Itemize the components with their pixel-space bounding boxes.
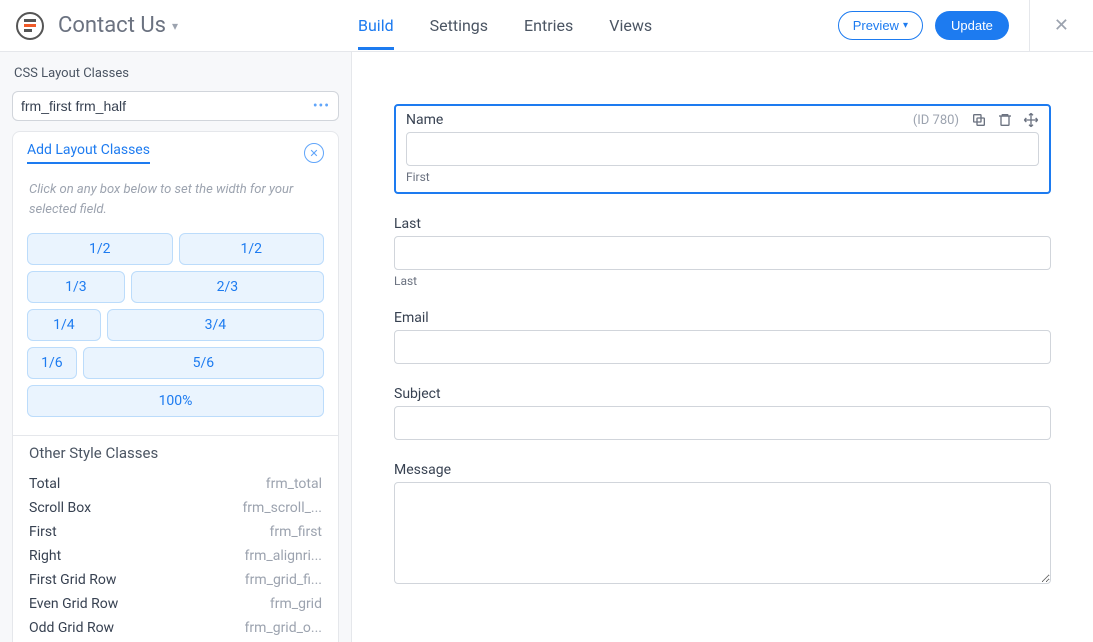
layout-option[interactable]: 2/3	[131, 271, 324, 303]
style-class-row[interactable]: Right frm_alignri...	[29, 544, 322, 568]
form-field[interactable]: Subject	[394, 386, 1051, 440]
chevron-down-icon: ▾	[903, 20, 908, 31]
style-class-name: First	[29, 524, 57, 540]
style-class-name: Scroll Box	[29, 500, 91, 516]
layout-option[interactable]: 1/2	[27, 233, 173, 265]
css-section-label: CSS Layout Classes	[12, 64, 339, 85]
update-button[interactable]: Update	[935, 11, 1009, 40]
preview-button[interactable]: Preview ▾	[838, 11, 923, 40]
chevron-down-icon: ▾	[172, 19, 178, 33]
field-sublabel: First	[406, 170, 1039, 184]
form-field[interactable]: Message	[394, 462, 1051, 588]
field-input[interactable]	[394, 406, 1051, 440]
layout-option[interactable]: 1/3	[27, 271, 125, 303]
form-field[interactable]: Email	[394, 310, 1051, 364]
trash-icon[interactable]	[997, 112, 1013, 128]
field-id: (ID 780)	[913, 113, 959, 128]
layout-panel: Add Layout Classes ✕ Click on any box be…	[12, 131, 339, 642]
more-icon[interactable]: •••	[313, 98, 330, 114]
layout-option[interactable]: 1/6	[27, 347, 77, 379]
move-icon[interactable]	[1023, 112, 1039, 128]
style-class-name: First Grid Row	[29, 572, 116, 588]
other-styles-title: Other Style Classes	[29, 444, 322, 462]
style-class-row[interactable]: Total frm_total	[29, 472, 322, 496]
style-class-row[interactable]: Odd Grid Row frm_grid_o...	[29, 616, 322, 640]
layout-option[interactable]: 5/6	[83, 347, 324, 379]
topbar-actions: Preview ▾ Update ✕	[838, 0, 1077, 52]
field-sublabel: Last	[394, 274, 1051, 288]
close-icon[interactable]: ✕	[1046, 11, 1077, 40]
panel-hint: Click on any box below to set the width …	[13, 170, 338, 233]
field-textarea[interactable]	[394, 482, 1051, 584]
field-label: Message	[394, 462, 451, 478]
page-title[interactable]: Contact Us ▾	[58, 13, 178, 38]
style-class-code: frm_grid_o...	[245, 620, 323, 636]
form-field[interactable]: Last Last	[394, 216, 1051, 288]
style-class-code: frm_grid	[270, 596, 322, 612]
style-class-code: frm_alignri...	[245, 548, 322, 564]
app-logo	[16, 12, 44, 40]
layout-option[interactable]: 1/2	[179, 233, 325, 265]
style-class-row[interactable]: First frm_first	[29, 520, 322, 544]
layout-grid: 1/21/2 1/32/3 1/43/4 1/65/6 100%	[13, 233, 338, 417]
css-classes-input[interactable]	[21, 98, 313, 114]
field-label: Last	[394, 216, 421, 232]
topbar: Contact Us ▾ Build Settings Entries View…	[0, 0, 1093, 52]
field-input[interactable]	[394, 330, 1051, 364]
style-class-name: Odd Grid Row	[29, 620, 114, 636]
tab-entries[interactable]: Entries	[524, 2, 573, 50]
divider	[1029, 0, 1030, 52]
sidebar: CSS Layout Classes ••• Add Layout Classe…	[0, 52, 352, 642]
layout-option[interactable]: 1/4	[27, 309, 101, 341]
css-input-wrap: •••	[12, 91, 339, 121]
style-class-code: frm_scroll_...	[242, 500, 322, 516]
close-panel-icon[interactable]: ✕	[304, 143, 324, 163]
field-input[interactable]	[394, 236, 1051, 270]
style-class-name: Total	[29, 476, 60, 492]
tab-views[interactable]: Views	[609, 2, 652, 50]
layout-option[interactable]: 3/4	[107, 309, 324, 341]
tab-build[interactable]: Build	[358, 2, 394, 50]
layout-option[interactable]: 100%	[27, 385, 324, 417]
panel-title: Add Layout Classes	[27, 142, 150, 164]
main-tabs: Build Settings Entries Views	[358, 2, 652, 50]
field-label: Name	[406, 112, 443, 128]
style-class-code: frm_total	[266, 476, 322, 492]
form-canvas: Name (ID 780) First Last Last Email Subject Mes…	[352, 52, 1093, 642]
tab-settings[interactable]: Settings	[430, 2, 488, 50]
style-class-row[interactable]: Even Grid Row frm_grid	[29, 592, 322, 616]
form-field[interactable]: Name (ID 780) First	[394, 104, 1051, 194]
style-class-name: Even Grid Row	[29, 596, 118, 612]
style-class-row[interactable]: First Grid Row frm_grid_fi...	[29, 568, 322, 592]
duplicate-icon[interactable]	[971, 112, 987, 128]
field-input[interactable]	[406, 132, 1039, 166]
field-label: Subject	[394, 386, 441, 402]
field-label: Email	[394, 310, 429, 326]
style-class-row[interactable]: Scroll Box frm_scroll_...	[29, 496, 322, 520]
style-class-code: frm_first	[269, 524, 322, 540]
style-class-code: frm_grid_fi...	[245, 572, 322, 588]
style-class-name: Right	[29, 548, 61, 564]
